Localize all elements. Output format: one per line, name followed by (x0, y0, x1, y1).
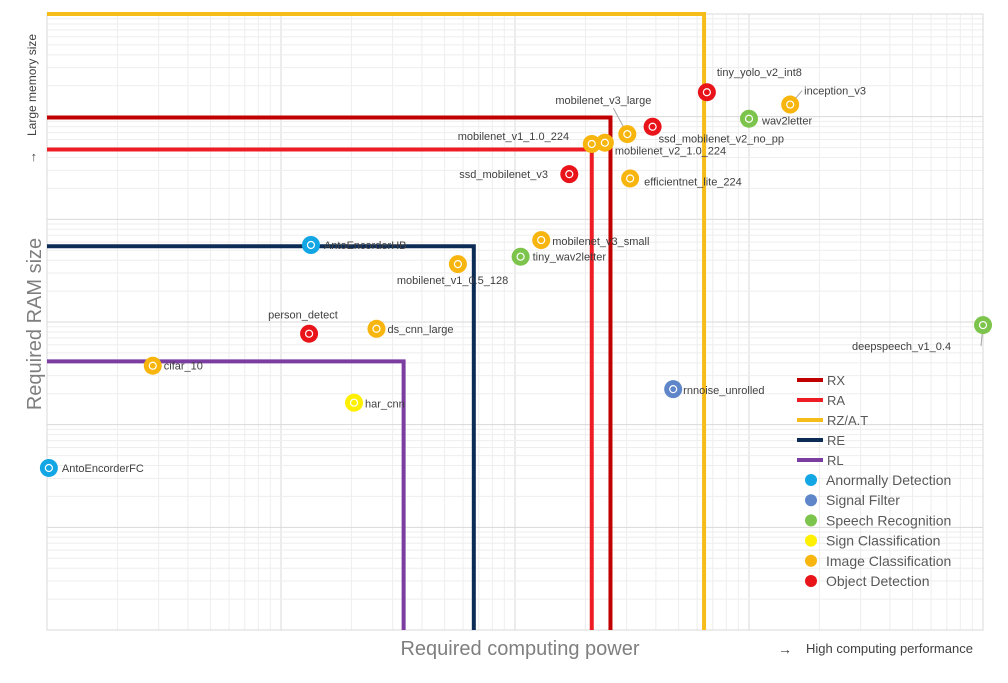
legend-label-rz-a-t: RZ/A.T (827, 413, 868, 428)
point-label-mobilenet-v3-large: mobilenet_v3_large (555, 95, 651, 107)
point-label-inception-v3: inception_v3 (804, 86, 866, 98)
y-axis-arrow: → (24, 151, 39, 164)
chart: tiny_yolo_v2_int8 inception_v3 wav2letter m… (0, 0, 1008, 678)
x-axis-note: High computing performance (806, 641, 973, 656)
point-ssd-mobilenet-v3 (560, 165, 579, 184)
point-label-deepspeech-v1-0-4: deepspeech_v1_0.4 (852, 341, 951, 353)
legend-marker-object-detection (805, 575, 817, 587)
point-label-ds-cnn-large: ds_cnn_large (387, 324, 453, 336)
point-mobilenet-v2-1-0-224 (595, 133, 614, 152)
point-label-rnnoise-unrolled: rnnoise_unrolled (683, 385, 764, 397)
point-label-tiny-wav2letter: tiny_wav2letter (533, 252, 607, 264)
point-ds-cnn-large (367, 319, 386, 338)
point-label-efficientnet-lite-224: efficientnet_lite_224 (644, 176, 742, 188)
point-mobilenet-v3-small (532, 231, 551, 250)
legend-marker-anormally-detection (805, 474, 817, 486)
point-label-ssd-mobilenet-v2-no-pp: ssd_mobilenet_v2_no_pp (659, 134, 784, 146)
point-deepspeech-v1-0-4 (974, 316, 992, 335)
point-label-mobilenet-v1-0-5-128: mobilenet_v1_0.5_128 (397, 275, 508, 287)
point-tiny-wav2letter (511, 247, 530, 266)
legend-marker-sign-classification (805, 534, 817, 547)
legend-label-object-detection: Object Detection (826, 573, 930, 589)
point-antoencorderfc (39, 458, 58, 477)
point-mobilenet-v1-0-5-128 (448, 255, 467, 274)
point-cifar-10 (143, 356, 162, 375)
point-har-cnn (345, 393, 364, 412)
x-axis-arrow: → (778, 641, 792, 657)
point-tiny-yolo-v2-int8 (697, 83, 716, 102)
legend-label-rx: RX (827, 373, 845, 388)
point-person-detect (300, 324, 319, 343)
point-label-tiny-yolo-v2-int8: tiny_yolo_v2_int8 (717, 67, 802, 79)
point-label-antoencorderhb: AntoEncorderHB (324, 240, 407, 252)
point-label-har-cnn: har_cnn (365, 399, 405, 411)
point-label-cifar-10: cifar_10 (164, 361, 203, 373)
legend-marker-image-classification (805, 554, 817, 567)
point-label-antoencorderfc: AntoEncorderFC (62, 463, 144, 475)
point-mobilenet-v3-large (618, 125, 637, 144)
legend-marker-speech-recognition (805, 514, 817, 527)
legend-label-sign-classification: Sign Classification (826, 533, 940, 549)
legend-label-rl: RL (827, 453, 844, 468)
point-efficientnet-lite-224 (621, 169, 640, 188)
legend-label-signal-filter: Signal Filter (826, 492, 900, 508)
point-antoencorderhb (301, 236, 320, 254)
point-label-mobilenet-v3-small: mobilenet_v3_small (552, 236, 649, 248)
point-label-mobilenet-v2-1-0-224: mobilenet_v2_1.0_224 (615, 146, 726, 158)
point-label-person-detect: person_detect (268, 310, 338, 322)
y-axis-label: Required RAM size (24, 238, 46, 410)
point-label-mobilenet-v1-1-0-224: mobilenet_v1_1.0_224 (458, 131, 569, 143)
point-inception-v3 (781, 95, 800, 114)
point-label-ssd-mobilenet-v3: ssd_mobilenet_v3 (459, 169, 548, 181)
y-axis-note: Large memory size (25, 34, 39, 136)
legend-label-image-classification: Image Classification (826, 553, 951, 569)
legend-label-speech-recognition: Speech Recognition (826, 512, 951, 528)
legend-label-ra: RA (827, 393, 845, 408)
point-rnnoise-unrolled (664, 380, 683, 399)
chart-svg: tiny_yolo_v2_int8inception_v3 wav2letter m… (0, 0, 1008, 678)
legend-label-re: RE (827, 433, 845, 448)
legend-label-anormally-detection: Anormally Detection (826, 472, 951, 488)
x-axis-label: Required computing power (400, 638, 639, 660)
legend-marker-signal-filter (805, 494, 817, 507)
point-label-wav2letter: wav2letter (761, 116, 812, 128)
point-wav2letter (740, 109, 758, 128)
